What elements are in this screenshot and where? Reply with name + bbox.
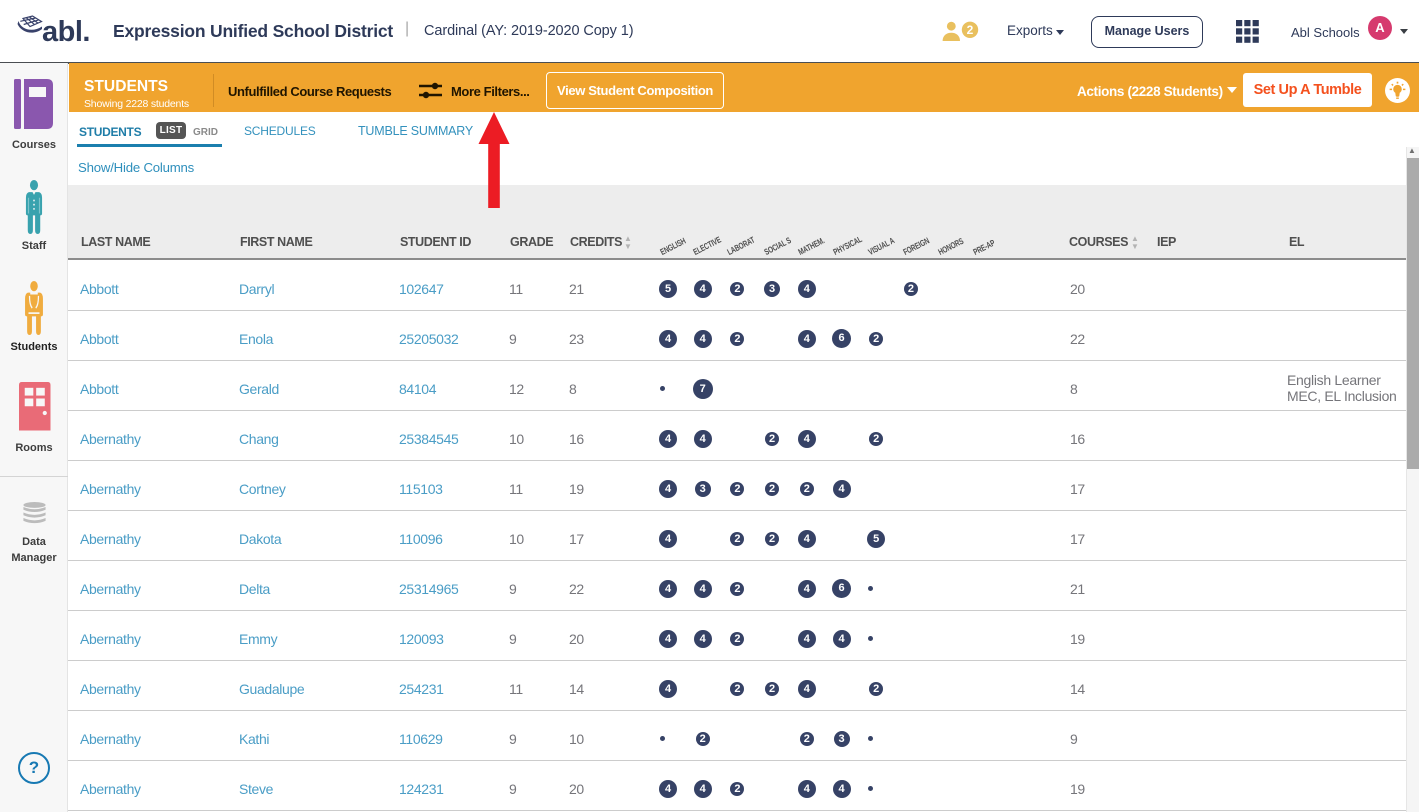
svg-text:2: 2 xyxy=(967,23,974,37)
